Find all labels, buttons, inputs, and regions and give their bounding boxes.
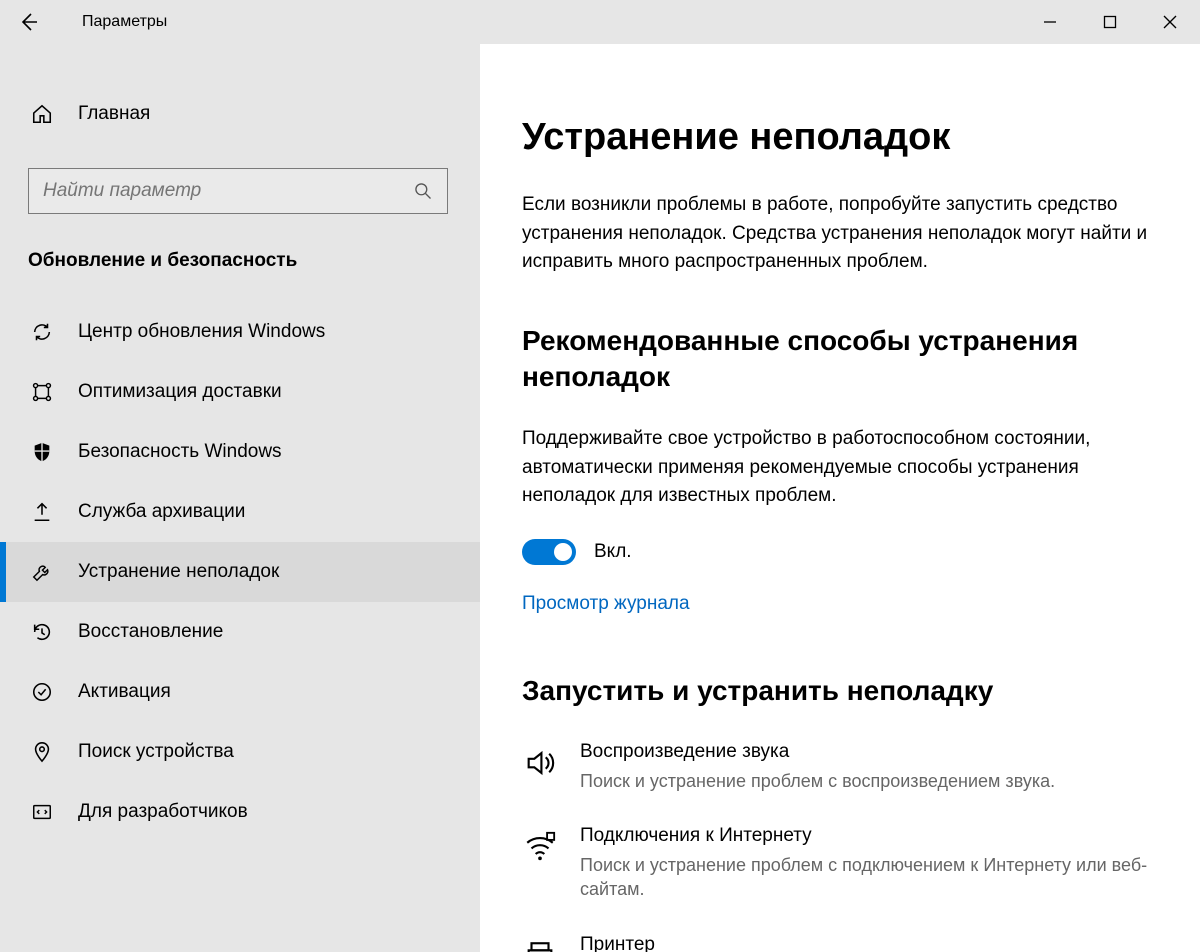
sidebar-item-label: Восстановление bbox=[78, 621, 223, 643]
sidebar: Главная Обновление и безопасность Це bbox=[0, 44, 480, 952]
printer-icon bbox=[522, 938, 558, 952]
sidebar-item-label: Безопасность Windows bbox=[78, 441, 282, 463]
sidebar-item-label: Служба архивации bbox=[78, 501, 245, 523]
sidebar-item-label: Центр обновления Windows bbox=[78, 321, 325, 343]
sidebar-section-title: Обновление и безопасность bbox=[0, 244, 480, 302]
sidebar-item-home[interactable]: Главная bbox=[0, 84, 480, 144]
troubleshooter-title: Подключения к Интернету bbox=[580, 825, 1160, 847]
sidebar-item-label: Для разработчиков bbox=[78, 801, 248, 823]
toggle-state-label: Вкл. bbox=[594, 541, 632, 563]
troubleshooter-audio[interactable]: Воспроизведение звука Поиск и устранение… bbox=[522, 741, 1160, 793]
close-icon bbox=[1163, 15, 1177, 29]
sidebar-item-delivery-opt[interactable]: Оптимизация доставки bbox=[0, 362, 480, 422]
sidebar-item-troubleshoot[interactable]: Устранение неполадок bbox=[0, 542, 480, 602]
refresh-icon bbox=[30, 320, 54, 344]
maximize-icon bbox=[1103, 15, 1117, 29]
troubleshooter-title: Воспроизведение звука bbox=[580, 741, 1055, 763]
titlebar: Параметры bbox=[0, 0, 1200, 44]
page-title: Устранение неполадок bbox=[522, 116, 1160, 159]
sidebar-item-label: Оптимизация доставки bbox=[78, 381, 282, 403]
home-icon bbox=[30, 102, 54, 126]
window-title: Параметры bbox=[82, 13, 167, 31]
settings-window: Параметры Главная bbox=[0, 0, 1200, 952]
view-history-link[interactable]: Просмотр журнала bbox=[522, 593, 1160, 615]
sidebar-item-label: Активация bbox=[78, 681, 171, 703]
network-icon bbox=[30, 380, 54, 404]
search-input[interactable] bbox=[41, 179, 411, 203]
code-icon bbox=[30, 800, 54, 824]
back-arrow-icon bbox=[19, 12, 39, 32]
wrench-icon bbox=[30, 560, 54, 584]
main-panel: Устранение неполадок Если возникли пробл… bbox=[480, 44, 1200, 952]
troubleshooter-desc: Поиск и устранение проблем с подключение… bbox=[580, 853, 1160, 902]
history-icon bbox=[30, 620, 54, 644]
sidebar-item-label: Поиск устройства bbox=[78, 741, 234, 763]
back-button[interactable] bbox=[0, 0, 58, 44]
location-icon bbox=[30, 740, 54, 764]
sidebar-nav-list: Центр обновления Windows Оптимизация дос… bbox=[0, 302, 480, 842]
sidebar-item-find-device[interactable]: Поиск устройства bbox=[0, 722, 480, 782]
upload-icon bbox=[30, 500, 54, 524]
sidebar-item-for-developers[interactable]: Для разработчиков bbox=[0, 782, 480, 842]
shield-icon bbox=[30, 440, 54, 464]
sidebar-item-recovery[interactable]: Восстановление bbox=[0, 602, 480, 662]
troubleshooter-desc: Поиск и устранение проблем с воспроизвед… bbox=[580, 769, 1055, 793]
troubleshooter-title: Принтер bbox=[580, 934, 655, 952]
speaker-icon bbox=[522, 745, 558, 781]
minimize-icon bbox=[1043, 15, 1057, 29]
wifi-icon bbox=[522, 829, 558, 865]
troubleshooter-internet[interactable]: Подключения к Интернету Поиск и устранен… bbox=[522, 825, 1160, 902]
intro-text: Если возникли проблемы в работе, попробу… bbox=[522, 191, 1160, 277]
recommended-desc: Поддерживайте свое устройство в работосп… bbox=[522, 425, 1160, 511]
recommended-toggle[interactable] bbox=[522, 539, 576, 565]
sidebar-item-activation[interactable]: Активация bbox=[0, 662, 480, 722]
maximize-button[interactable] bbox=[1080, 0, 1140, 44]
run-heading: Запустить и устранить неполадку bbox=[522, 675, 1160, 707]
troubleshooter-printer[interactable]: Принтер bbox=[522, 934, 1160, 952]
sidebar-item-windows-update[interactable]: Центр обновления Windows bbox=[0, 302, 480, 362]
search-input-wrap[interactable] bbox=[28, 168, 448, 214]
check-circle-icon bbox=[30, 680, 54, 704]
search-icon bbox=[411, 179, 435, 203]
minimize-button[interactable] bbox=[1020, 0, 1080, 44]
sidebar-item-backup[interactable]: Служба архивации bbox=[0, 482, 480, 542]
toggle-knob-icon bbox=[554, 543, 572, 561]
sidebar-item-label: Главная bbox=[78, 103, 150, 125]
sidebar-item-win-security[interactable]: Безопасность Windows bbox=[0, 422, 480, 482]
sidebar-item-label: Устранение неполадок bbox=[78, 561, 279, 583]
close-button[interactable] bbox=[1140, 0, 1200, 44]
recommended-heading: Рекомендованные способы устранения непол… bbox=[522, 323, 1160, 396]
